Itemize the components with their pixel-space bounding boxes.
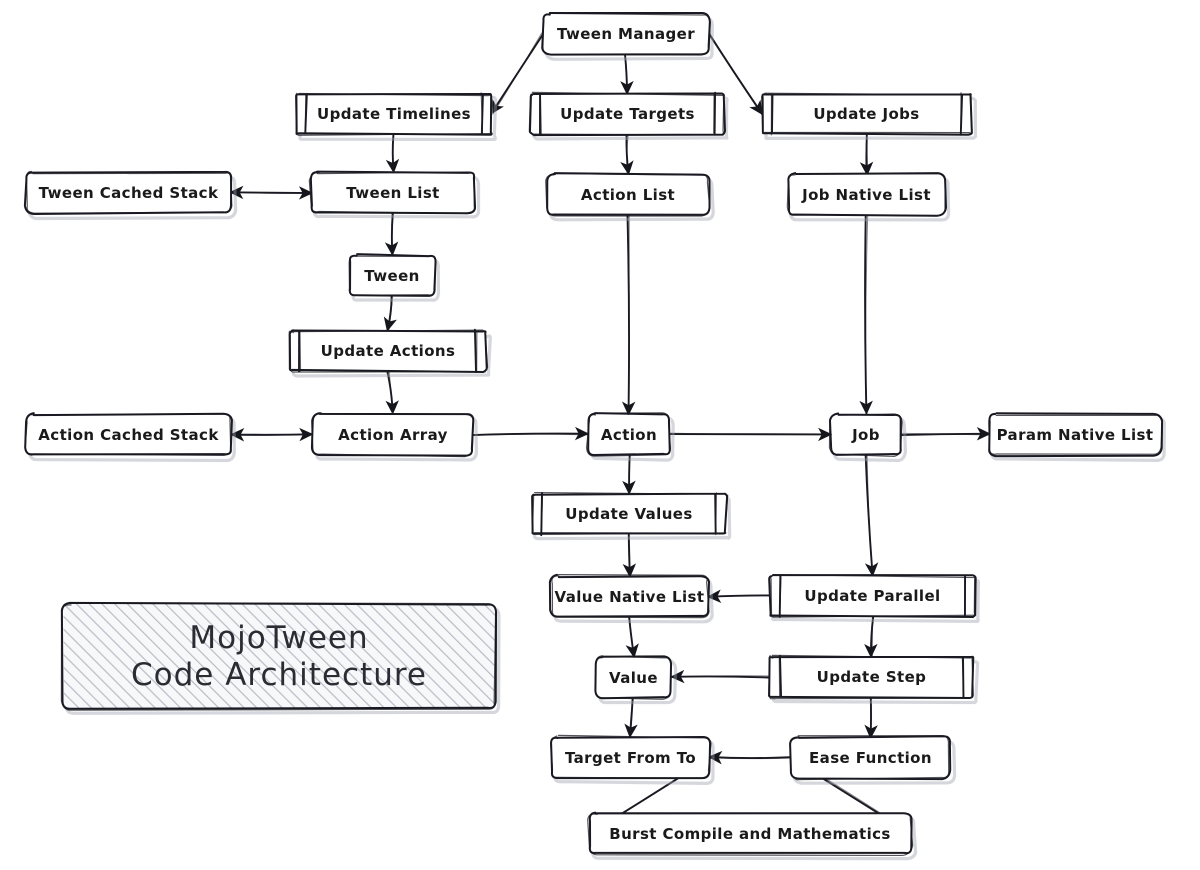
node-label-ease-function: Ease Function	[809, 748, 932, 767]
edge-tween-list-to-tween	[384, 211, 399, 257]
node-label-tween-manager: Tween Manager	[556, 25, 696, 43]
edge-action-to-update-values	[622, 453, 636, 495]
edge-update-step-to-value	[670, 669, 771, 684]
node-label-job: Job	[852, 425, 880, 444]
edge-tween-manager-to-update-targets	[620, 53, 634, 96]
node-update-parallel[interactable]: Update Parallel	[768, 573, 981, 624]
node-label-update-actions: Update Actions	[320, 342, 456, 360]
node-label-update-jobs: Update Jobs	[813, 105, 920, 123]
edge-update-actions-to-action-array	[385, 369, 399, 416]
node-label-burst: Burst Compile and Mathematics	[609, 824, 891, 843]
node-label-action-array: Action Array	[338, 425, 448, 444]
node-update-timelines[interactable]: Update Timelines	[295, 92, 498, 142]
node-update-jobs[interactable]: Update Jobs	[761, 92, 978, 141]
node-param-native-list[interactable]: Param Native List	[988, 412, 1166, 462]
edge-job-to-param-native-list	[899, 427, 991, 441]
node-label-job-native-list: Job Native List	[802, 185, 931, 204]
node-value[interactable]: Value	[594, 655, 678, 705]
edge-update-values-to-value-native-list	[622, 532, 637, 578]
node-action-list[interactable]: Action List	[545, 172, 715, 222]
node-label-action-cached-stack: Action Cached Stack	[38, 425, 219, 444]
node-tween-cached-stack[interactable]: Tween Cached Stack	[23, 170, 238, 221]
node-target-from-to[interactable]: Target From To	[550, 734, 715, 785]
edge-update-timelines-to-tween-list	[385, 133, 400, 174]
node-action-cached-stack[interactable]: Action Cached Stack	[24, 412, 236, 463]
node-update-targets[interactable]: Update Targets	[528, 91, 729, 141]
edge-tween-list-to-tween-cached-stack	[229, 185, 314, 200]
node-burst[interactable]: Burst Compile and Mathematics	[587, 811, 918, 861]
edge-ease-function-to-target-from-to	[707, 750, 791, 765]
node-label-tween-list: Tween List	[346, 183, 440, 202]
node-label-target-from-to: Target From To	[564, 748, 697, 767]
node-label-action: Action	[600, 425, 658, 444]
node-tween[interactable]: Tween	[348, 253, 441, 302]
node-label-legend-title: MojoTween Code Architecture	[131, 619, 427, 693]
node-ease-function[interactable]: Ease Function	[789, 735, 957, 785]
edge-action-to-job	[668, 427, 833, 442]
node-job[interactable]: Job	[828, 412, 908, 463]
node-value-native-list[interactable]: Value Native List	[548, 573, 714, 624]
node-job-native-list[interactable]: Job Native List	[786, 172, 951, 222]
node-label-value-native-list: Value Native List	[554, 587, 705, 606]
edge-value-to-target-from-to	[624, 696, 638, 739]
node-label-update-values: Update Values	[565, 505, 693, 523]
node-label-tween-cached-stack: Tween Cached Stack	[38, 183, 219, 202]
node-label-update-step: Update Step	[816, 668, 927, 686]
edge-value-native-list-to-value	[625, 615, 639, 659]
edge-update-parallel-to-value-native-list	[706, 589, 772, 603]
node-label-update-parallel: Update Parallel	[804, 587, 941, 605]
edge-update-parallel-to-update-step	[864, 615, 878, 659]
node-action[interactable]: Action	[585, 412, 675, 462]
node-label-update-timelines: Update Timelines	[317, 105, 471, 123]
edge-update-jobs-to-job-native-list	[859, 133, 874, 177]
node-legend-title: MojoTween Code Architecture	[60, 601, 501, 715]
edge-action-list-to-action	[621, 213, 636, 416]
edge-tween-to-update-actions	[383, 294, 397, 332]
node-update-values[interactable]: Update Values	[530, 491, 732, 541]
node-label-tween: Tween	[364, 266, 420, 285]
node-update-actions[interactable]: Update Actions	[288, 328, 492, 378]
node-action-array[interactable]: Action Array	[310, 412, 479, 462]
node-update-step[interactable]: Update Step	[767, 654, 980, 705]
edge-job-to-update-parallel	[864, 454, 879, 577]
node-label-param-native-list: Param Native List	[996, 425, 1154, 444]
node-label-value: Value	[609, 668, 658, 687]
edge-update-targets-to-action-list	[620, 133, 634, 176]
edge-action-array-to-action-cached-stack	[230, 427, 314, 442]
node-label-action-list: Action List	[580, 185, 676, 204]
node-tween-list[interactable]: Tween List	[308, 170, 481, 219]
edge-action-array-to-action	[471, 426, 590, 441]
node-label-update-targets: Update Targets	[560, 105, 695, 123]
edge-job-native-list-to-job	[859, 213, 873, 416]
node-tween-manager[interactable]: Tween Manager	[541, 11, 714, 61]
